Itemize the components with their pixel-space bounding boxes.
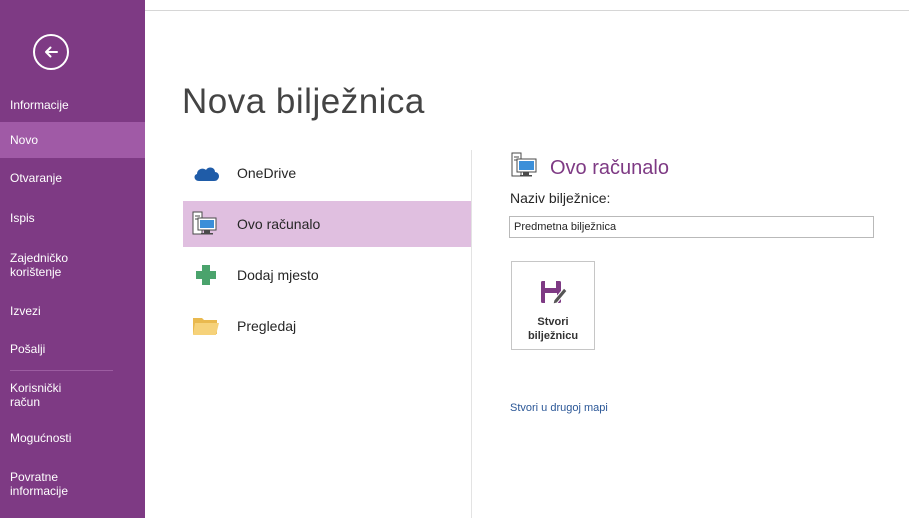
nav-item-ispis[interactable]: Ispis xyxy=(0,198,145,238)
location-label: Pregledaj xyxy=(237,318,297,334)
page-title: Nova bilježnica xyxy=(182,82,425,121)
right-panel-title: Ovo računalo xyxy=(550,157,669,179)
location-label: Dodaj mjesto xyxy=(237,267,319,283)
back-arrow-icon xyxy=(45,46,58,58)
nav-item-povratne-informacije[interactable]: Povratne informacije xyxy=(0,459,145,509)
panel-divider xyxy=(471,150,472,518)
top-border xyxy=(145,10,909,11)
nav-item-informacije[interactable]: Informacije xyxy=(0,88,145,122)
back-button[interactable] xyxy=(33,34,69,70)
notebook-name-input[interactable] xyxy=(509,216,874,238)
location-onedrive[interactable]: OneDrive xyxy=(183,150,471,196)
location-this-pc[interactable]: Ovo računalo xyxy=(183,201,471,247)
folder-icon xyxy=(191,313,223,339)
nav-item-otvaranje[interactable]: Otvaranje xyxy=(0,158,145,198)
create-notebook-label: Stvori bilježnicu xyxy=(527,316,579,342)
nav-item-mogucnosti[interactable]: Mogućnosti xyxy=(0,417,145,459)
location-label: Ovo računalo xyxy=(237,216,321,232)
computer-icon xyxy=(510,152,540,185)
right-panel-header: Ovo računalo xyxy=(510,152,669,185)
location-label: OneDrive xyxy=(237,165,297,181)
nav-item-izvezi[interactable]: Izvezi xyxy=(0,292,145,330)
nav-item-novo[interactable]: Novo xyxy=(0,122,145,158)
create-notebook-button[interactable]: Stvori bilježnicu xyxy=(511,261,595,350)
cloud-icon xyxy=(191,160,223,186)
nav-item-korisnicki-racun[interactable]: Korisnički račun xyxy=(0,373,145,417)
backstage-nav: Informacije Novo Otvaranje Ispis Zajedni… xyxy=(0,88,145,509)
nav-item-zajednicko-koristenje[interactable]: Zajedničko korištenje xyxy=(0,238,145,292)
nav-item-posalji[interactable]: Pošalji xyxy=(0,330,145,368)
location-add-place[interactable]: Dodaj mjesto xyxy=(183,252,471,298)
plus-icon xyxy=(191,262,223,288)
save-edit-icon xyxy=(538,278,568,311)
backstage-sidebar: Informacije Novo Otvaranje Ispis Zajedni… xyxy=(0,0,145,518)
location-list: OneDrive Ovo računalo Dodaj mjesto Pregl… xyxy=(183,150,471,354)
notebook-name-label: Naziv bilježnice: xyxy=(510,190,611,206)
location-browse[interactable]: Pregledaj xyxy=(183,303,471,349)
computer-icon xyxy=(191,211,223,237)
create-in-other-folder-link[interactable]: Stvori u drugoj mapi xyxy=(510,402,608,414)
nav-separator xyxy=(10,370,113,371)
